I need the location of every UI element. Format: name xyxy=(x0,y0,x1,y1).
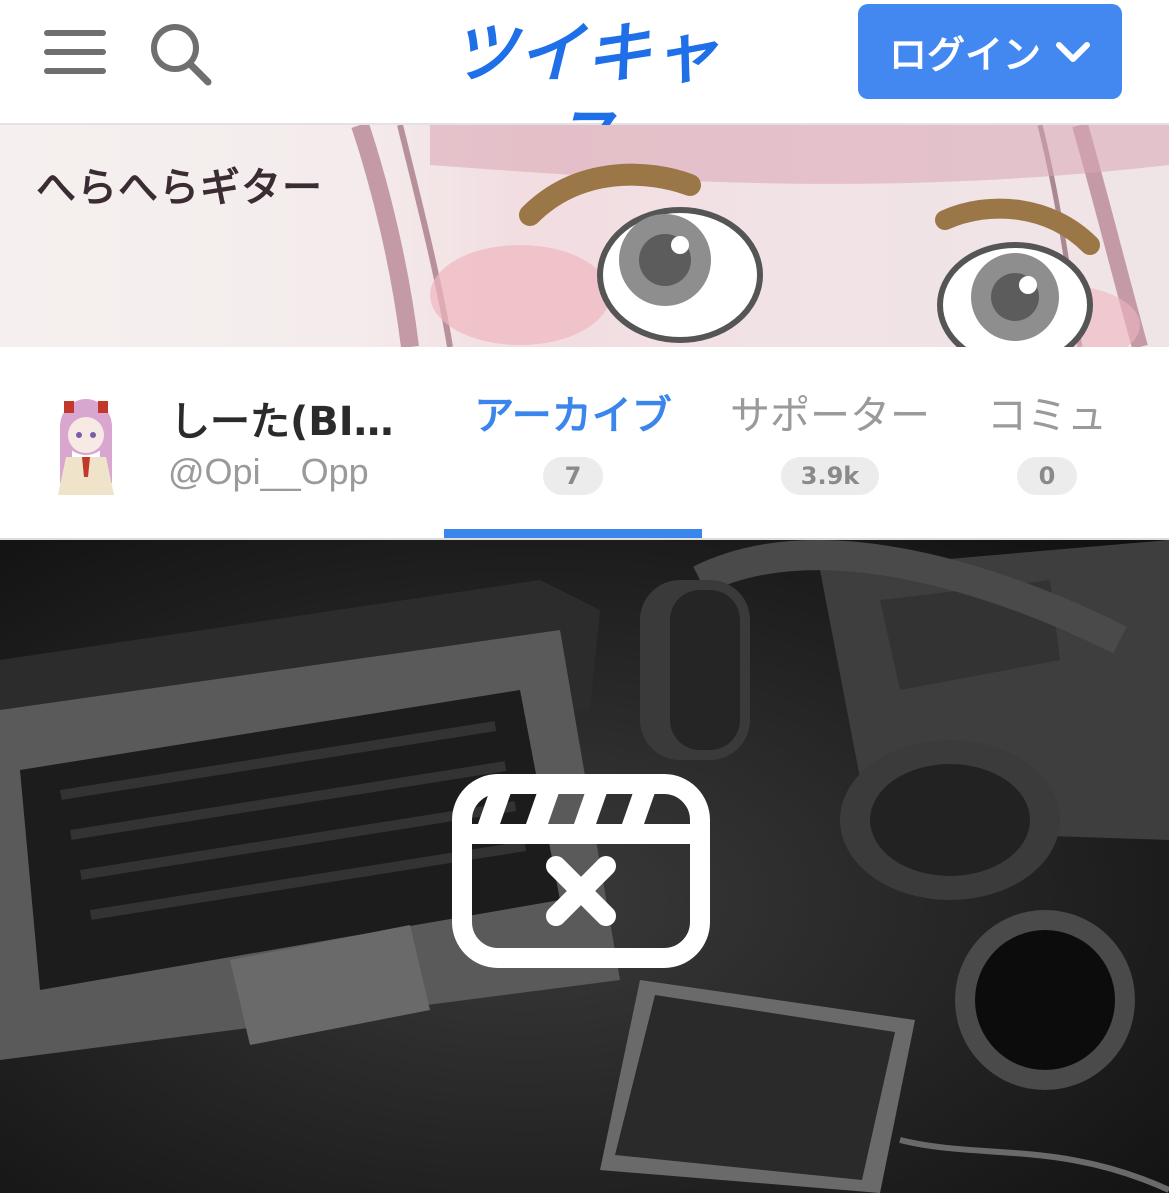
top-header: ツイキャス ログイン xyxy=(0,0,1169,176)
user-handle: @Opi__Opp xyxy=(168,451,369,492)
tab-archive-label: アーカイブ xyxy=(474,393,672,439)
video-player[interactable] xyxy=(0,540,1169,1193)
user-display-name: しーた(BI… xyxy=(170,399,394,445)
banner-title: へらへらギター xyxy=(36,165,323,211)
profile-banner: へらへらギター xyxy=(0,125,1169,347)
search-icon[interactable] xyxy=(148,22,212,86)
active-tab-indicator xyxy=(444,529,702,538)
login-button-label: ログイン xyxy=(888,33,1041,77)
hamburger-menu-icon[interactable] xyxy=(44,30,106,74)
tab-supporter-count: 3.9k xyxy=(781,457,879,495)
twitcasting-logo[interactable]: ツイキャス xyxy=(420,12,750,176)
tab-community[interactable]: コミュ 0 xyxy=(972,383,1122,535)
video-unavailable-icon xyxy=(452,774,710,968)
profile-bar: しーた(BI… @Opi__Opp アーカイブ 7 サポーター 3.9k コミュ… xyxy=(0,347,1169,540)
tab-supporter-label: サポーター xyxy=(730,393,930,439)
tab-community-label: コミュ xyxy=(987,393,1107,439)
avatar[interactable] xyxy=(44,387,128,499)
chevron-down-icon xyxy=(1056,41,1090,62)
tab-community-count: 0 xyxy=(1017,457,1077,495)
tab-supporter[interactable]: サポーター 3.9k xyxy=(712,383,948,535)
login-button[interactable]: ログイン xyxy=(858,4,1122,99)
tab-archive[interactable]: アーカイブ 7 xyxy=(444,383,702,535)
tab-archive-count: 7 xyxy=(543,457,603,495)
